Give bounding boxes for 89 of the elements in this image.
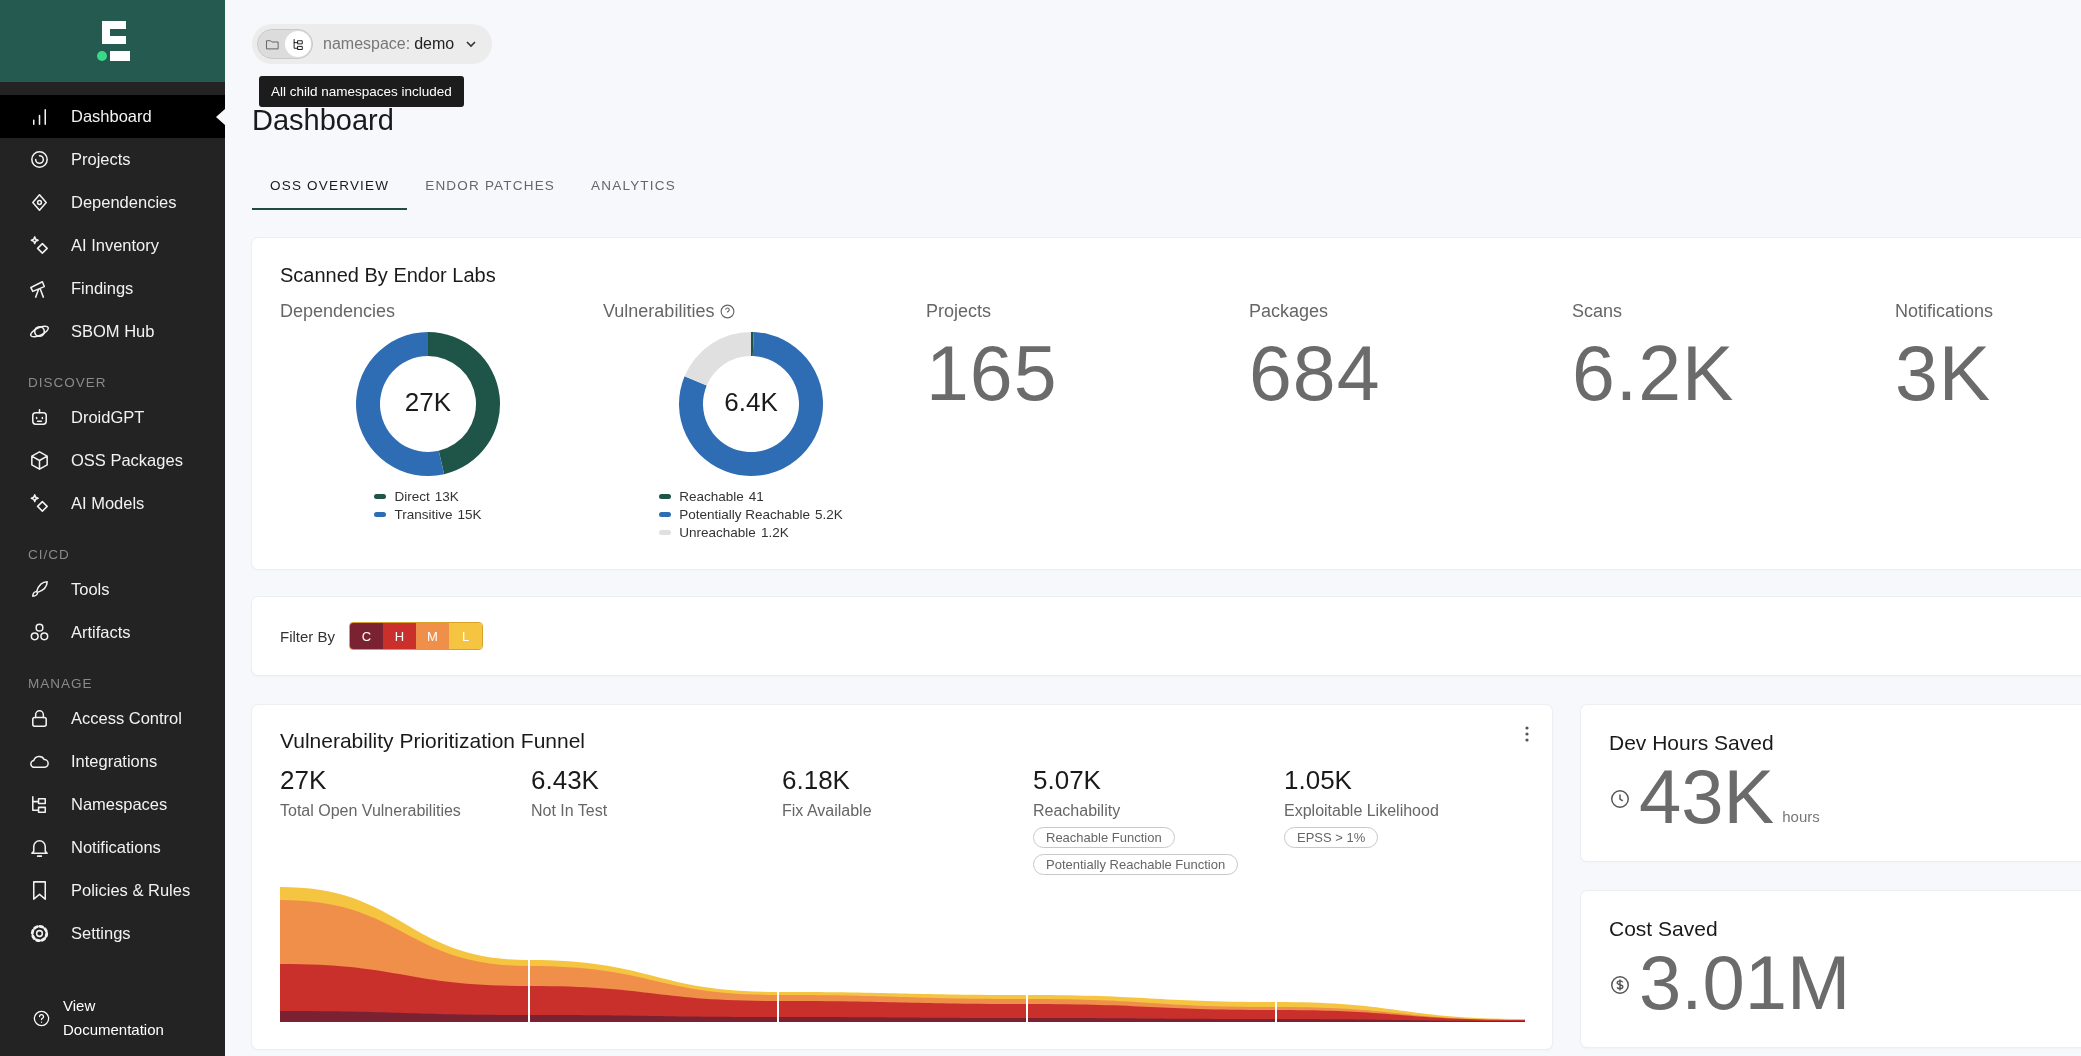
sidebar-item[interactable]: Settings (0, 912, 225, 955)
legend-value: 41 (748, 489, 764, 504)
stage-label: Not In Test (531, 802, 608, 820)
sidebar-item[interactable]: Integrations (0, 740, 225, 783)
sidebar-item[interactable]: Dashboard (0, 95, 225, 138)
legend-label: Transitive (394, 507, 453, 522)
namespace-selector[interactable]: namespace: demo (252, 24, 493, 64)
metric-label: Notifications (1895, 300, 1994, 322)
card-title: Vulnerability Prioritization Funnel (280, 729, 587, 753)
sidebar-item[interactable]: Access Control (0, 697, 225, 740)
sidebar-item[interactable]: Notifications (0, 826, 225, 869)
card-title: Scanned By Endor Labs (280, 264, 497, 287)
legend-label: Direct (394, 489, 430, 504)
legend-swatch (659, 512, 672, 517)
metric-value: 3K (1895, 329, 1993, 418)
legend-label: Unreachable (679, 525, 756, 540)
sparkle-icon (28, 234, 51, 257)
donut-total: 27K (403, 387, 453, 418)
tab[interactable]: ENDOR PATCHES (407, 164, 574, 210)
legend-swatch (374, 494, 387, 499)
spiral-icon (28, 148, 51, 171)
sidebar-item[interactable]: Dependencies (0, 181, 225, 224)
more-icon[interactable] (1524, 725, 1530, 743)
section-heading: MANAGE (27, 675, 94, 693)
stage-value: 27K (280, 765, 327, 796)
sidebar-item[interactable]: Policies & Rules (0, 869, 225, 912)
legend-label: Reachable (679, 489, 744, 504)
cube-icon (28, 449, 51, 472)
metric-label: Scans (1572, 300, 1623, 322)
savings-value: 3.01M (1639, 943, 1851, 1023)
sidebar-item[interactable]: AI Models (0, 482, 225, 525)
section-heading: CI/CD (27, 546, 71, 564)
hierarchy-icon (290, 36, 306, 52)
card-title: Dev Hours Saved (1609, 731, 1775, 755)
namespace-label: namespace: (323, 35, 411, 53)
section-heading: DISCOVER (27, 374, 108, 392)
filter-label: Filter By (280, 627, 335, 645)
stage-label: Reachability (1033, 802, 1121, 820)
metric-label: Dependencies (280, 300, 396, 322)
tab[interactable]: OSS OVERVIEW (252, 164, 408, 210)
settings-icon (28, 922, 51, 945)
stage-value: 6.43K (531, 765, 599, 796)
severity-filter[interactable]: H (383, 623, 416, 649)
sidebar-item[interactable]: Artifacts (0, 611, 225, 654)
tooltip: All child namespaces included (259, 76, 464, 107)
metric-value: 684 (1249, 329, 1382, 418)
stage-label: Fix Available (782, 802, 872, 820)
legend-value: 15K (457, 507, 482, 522)
legend-swatch (659, 530, 672, 535)
metric-label: Packages (1249, 300, 1329, 322)
legend-value: 5.2K (814, 507, 843, 522)
severity-filter[interactable]: C (350, 623, 383, 649)
metric-label: Vulnerabilities (603, 300, 715, 322)
stage-value: 5.07K (1033, 765, 1101, 796)
stage-value: 6.18K (782, 765, 850, 796)
legend-value: 13K (434, 489, 459, 504)
metric-label: Projects (926, 300, 992, 322)
stage-value: 1.05K (1284, 765, 1352, 796)
dollar-icon (1609, 973, 1631, 996)
unit-label: hours (1782, 807, 1820, 825)
metric-value: 165 (926, 329, 1059, 418)
donut-total: 6.4K (723, 387, 779, 418)
stage-label: Exploitable Likelihood (1284, 802, 1439, 820)
sparkle-icon (28, 492, 51, 515)
clock-icon (1609, 787, 1631, 810)
sidebar-item[interactable]: OSS Packages (0, 439, 225, 482)
documentation-link[interactable]: View Documentation (63, 994, 182, 1042)
savings-value: 43K (1639, 757, 1775, 837)
tab[interactable]: ANALYTICS (573, 164, 694, 210)
sidebar-item[interactable]: AI Inventory (0, 224, 225, 267)
sidebar-item[interactable]: Namespaces (0, 783, 225, 826)
sidebar-item[interactable]: Findings (0, 267, 225, 310)
help-icon (32, 1008, 51, 1028)
legend-value: 1.2K (760, 525, 789, 540)
sidebar-item[interactable]: SBOM Hub (0, 310, 225, 353)
legend-swatch (374, 512, 387, 517)
sidebar-item[interactable]: DroidGPT (0, 396, 225, 439)
logo-icon (95, 21, 130, 61)
scope-toggle[interactable] (285, 31, 311, 57)
legend-swatch (659, 494, 672, 499)
legend-label: Potentially Reachable (679, 507, 810, 522)
card-title: Cost Saved (1609, 917, 1719, 941)
sidebar-item[interactable]: Tools (0, 568, 225, 611)
namespace-value: demo (414, 35, 455, 53)
metric-value: 6.2K (1572, 329, 1736, 418)
selection-notch (216, 109, 225, 125)
sidebar-item[interactable]: Projects (0, 138, 225, 181)
help-icon[interactable] (719, 302, 737, 320)
stage-label: Total Open Vulnerabilities (280, 802, 461, 820)
